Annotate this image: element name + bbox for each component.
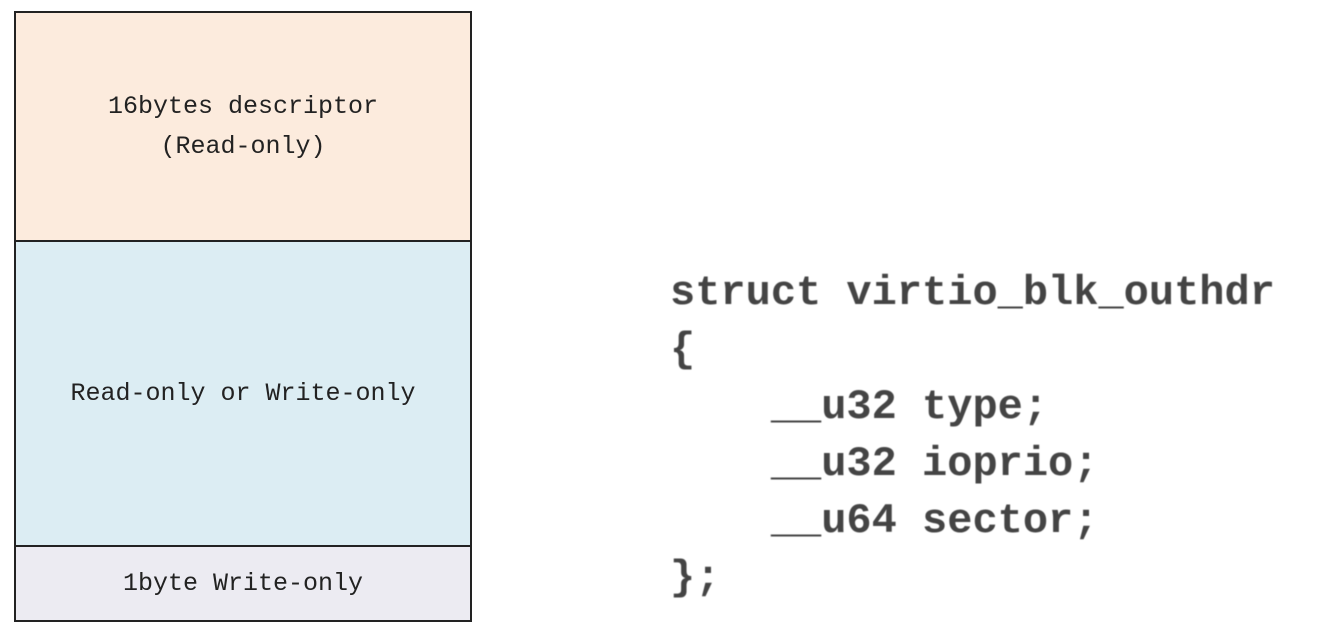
- segment-status: 1byte Write-only: [16, 547, 470, 620]
- struct-code-block: struct virtio_blk_outhdr { __u32 type; __…: [670, 265, 1275, 607]
- code-line: {: [670, 326, 696, 374]
- code-line: __u32 type;: [670, 383, 1049, 431]
- segment-header-sublabel: (Read-only): [160, 131, 326, 161]
- code-line: struct virtio_blk_outhdr: [670, 269, 1275, 317]
- segment-data: Read-only or Write-only: [16, 242, 470, 547]
- code-line: __u32 ioprio;: [670, 440, 1099, 488]
- code-line: };: [670, 554, 721, 602]
- segment-header-label: 16bytes descriptor: [107, 91, 379, 121]
- segment-status-label: 1byte Write-only: [122, 568, 364, 598]
- code-line: __u64 sector;: [670, 497, 1099, 545]
- segment-data-label: Read-only or Write-only: [70, 378, 416, 408]
- segment-header: 16bytes descriptor (Read-only): [16, 13, 470, 242]
- descriptor-layout-box: 16bytes descriptor (Read-only) Read-only…: [14, 11, 472, 622]
